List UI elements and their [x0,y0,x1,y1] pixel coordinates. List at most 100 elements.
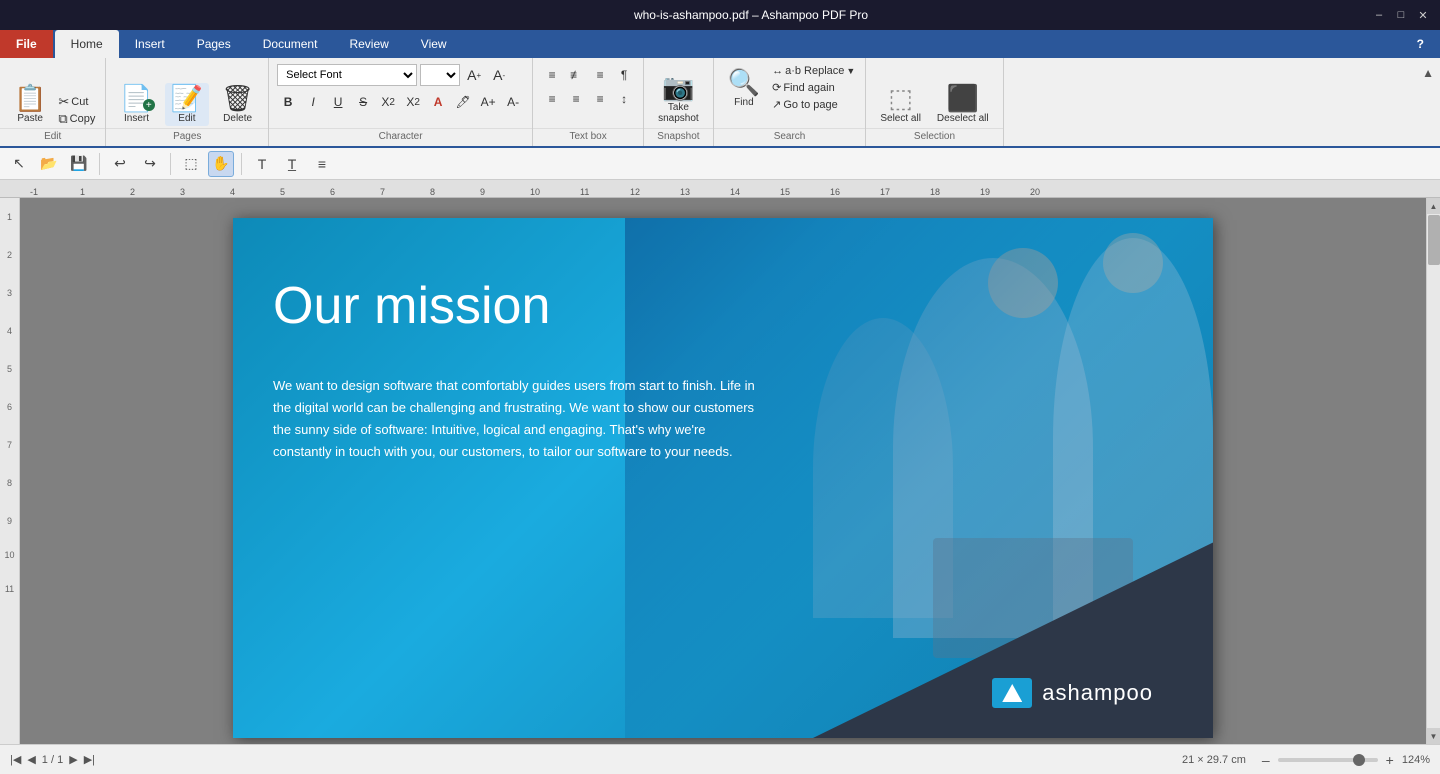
zoom-minus-button[interactable]: – [1262,752,1270,768]
line-spacing-button[interactable]: ↕ [613,88,635,110]
scroll-up-button[interactable]: ▲ [1427,198,1440,214]
align-left2-button[interactable]: ≡ [541,88,563,110]
font-size-up2-button[interactable]: A+ [477,91,499,113]
select-tool-button[interactable]: ⬚ [178,151,204,177]
select-all-icon: ⬚ [888,85,913,111]
tab-pages[interactable]: Pages [181,30,247,58]
tab-document[interactable]: Document [247,30,334,58]
delete-page-button[interactable]: 🗑 Delete [215,83,260,126]
go-last-page-button[interactable]: ▶| [84,753,95,766]
zoom-slider-thumb[interactable] [1353,754,1365,766]
close-button[interactable]: ✕ [1416,8,1430,22]
find-again-label: Find again [783,82,834,94]
pdf-text-content: Our mission We want to design software t… [273,278,763,464]
insert-page-button[interactable]: 📄 + Insert [114,83,158,126]
window-controls: – □ ✕ [1372,8,1430,22]
help-button[interactable]: ? [1401,30,1440,58]
align-right2-button[interactable]: ≡ [589,88,611,110]
replace-button[interactable]: ↔ a·b Replace ▼ [770,64,857,78]
font-size-down2-button[interactable]: A- [502,91,524,113]
superscript-button[interactable]: X2 [402,91,424,113]
more-tool-button[interactable]: ≡ [309,151,335,177]
redo-button[interactable]: ↪ [137,151,163,177]
textbox-group: ≡ ≢ ≡ ¶ ≡ ≡ ≡ ↕ Text box [533,58,644,146]
font-size-select[interactable] [420,64,460,86]
vertical-scrollbar[interactable]: ▲ ▼ [1426,198,1440,744]
go-to-page-button[interactable]: ↗ Go to page [770,97,857,112]
open-file-button[interactable]: 📂 [36,151,62,177]
collapse-ribbon-button[interactable]: ▲ [1416,58,1440,88]
paste-button[interactable]: 📋 Paste [8,83,52,126]
maximize-button[interactable]: □ [1394,8,1408,22]
edit-page-icon: 📝 [171,83,203,113]
minimize-button[interactable]: – [1372,8,1386,22]
decrease-font-button[interactable]: A- [488,64,510,86]
increase-font-button[interactable]: A+ [463,64,485,86]
find-icon: 🔍 [728,69,760,95]
italic-button[interactable]: I [302,91,324,113]
bold-button[interactable]: B [277,91,299,113]
find-again-button[interactable]: ⟳ Find again [770,80,857,95]
tab-insert[interactable]: Insert [119,30,181,58]
tab-file[interactable]: File [0,30,53,58]
pdf-viewport[interactable]: Our mission We want to design software t… [20,198,1426,744]
tab-review[interactable]: Review [333,30,404,58]
zoom-level: 124% [1402,754,1430,766]
underline-button[interactable]: U [327,91,349,113]
hand-tool-button[interactable]: ✋ [208,151,234,177]
take-snapshot-button[interactable]: 📷 Takesnapshot [652,72,705,126]
replace-dropdown-icon[interactable]: ▼ [846,66,855,76]
type-tool-button[interactable]: T̲ [279,151,305,177]
replace-icon: ↔ [772,65,783,77]
tab-view[interactable]: View [405,30,463,58]
align-center-button[interactable]: ≢ [565,64,587,86]
snapshot-group-label: Snapshot [644,128,713,146]
scroll-down-button[interactable]: ▼ [1427,728,1440,744]
highlight-button[interactable]: 🖊 [452,91,474,113]
save-file-button[interactable]: 💾 [66,151,92,177]
ruler: // Will be drawn via JS -1 1 2 3 4 5 6 7… [0,180,1440,198]
align-left-button[interactable]: ≡ [541,64,563,86]
ribbon-tabs: File Home Insert Pages Document Review V… [0,30,1440,58]
find-again-icon: ⟳ [772,81,781,94]
align-center2-button[interactable]: ≡ [565,88,587,110]
edit-page-button[interactable]: 📝 Edit [165,83,209,126]
snapshot-icon: 📷 [662,74,694,100]
go-first-page-button[interactable]: |◀ [10,753,21,766]
subscript-button[interactable]: X2 [377,91,399,113]
pdf-page: Our mission We want to design software t… [233,218,1213,738]
font-color-button[interactable]: A [427,91,449,113]
zoom-plus-button[interactable]: + [1386,752,1394,768]
cut-button[interactable]: ✂ Cut [56,94,97,109]
scroll-thumb[interactable] [1428,215,1440,265]
paragraph-button[interactable]: ¶ [613,64,635,86]
copy-button[interactable]: ⧉ Copy [56,111,97,126]
select-all-button[interactable]: ⬚ Select all [874,83,927,126]
selection-group-label: Selection [866,128,1002,146]
replace-label: a·b Replace [785,65,844,77]
go-prev-page-button[interactable]: ◀ [27,753,35,766]
pdf-bottom-triangle [813,538,1213,738]
go-to-page-label: Go to page [783,99,837,111]
pages-group: 📄 + Insert 📝 Edit 🗑 Delete [106,58,269,146]
ashampoo-icon [992,678,1032,708]
select-all-label: Select all [880,113,921,124]
status-bar: |◀ ◀ 1 / 1 ▶ ▶| 21 × 29.7 cm – + 124% [0,744,1440,774]
find-button[interactable]: 🔍 Find [722,67,766,110]
go-next-page-button[interactable]: ▶ [69,753,77,766]
edit-group: 📋 Paste ✂ Cut ⧉ Copy Edit [0,58,106,146]
text-tool-button[interactable]: T [249,151,275,177]
font-select[interactable]: Select Font [277,64,417,86]
strikethrough-button[interactable]: S [352,91,374,113]
undo-button[interactable]: ↩ [107,151,133,177]
secondary-toolbar: ↖ 📂 💾 ↩ ↪ ⬚ ✋ T T̲ ≡ [0,148,1440,180]
zoom-slider[interactable] [1278,758,1378,762]
deselect-all-button[interactable]: ⬛ Deselect all [931,83,995,126]
tab-home[interactable]: Home [55,30,119,58]
insert-plus-badge: + [143,99,155,111]
character-group-label: Character [269,128,532,146]
align-right-button[interactable]: ≡ [589,64,611,86]
snapshot-label: Takesnapshot [658,102,699,124]
cursor-tool-button[interactable]: ↖ [6,151,32,177]
zoom-controls: – + 124% [1262,752,1430,768]
